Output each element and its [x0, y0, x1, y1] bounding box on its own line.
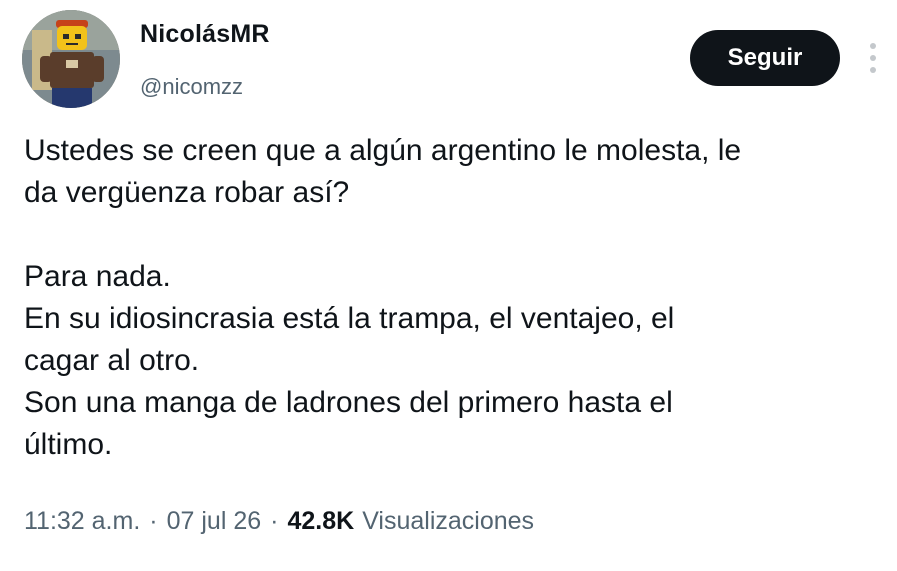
author-display-name[interactable]: NicolásMR: [140, 20, 270, 49]
tweet-time[interactable]: 11:32 a.m.: [24, 507, 140, 536]
tweet-meta: 11:32 a.m. · 07 jul 26 · 42.8K Visualiza…: [24, 507, 534, 536]
tweet-text: Ustedes se creen que a algún argentino l…: [24, 130, 884, 466]
tweet-date[interactable]: 07 jul 26: [167, 507, 262, 536]
meta-separator: ·: [270, 507, 279, 535]
more-dot: [870, 43, 876, 49]
views-count: 42.8K: [287, 507, 355, 535]
avatar-image: [22, 10, 120, 108]
tweet-paragraph: Ustedes se creen que a algún argentino l…: [24, 134, 742, 209]
views-label: Visualizaciones: [362, 507, 535, 535]
meta-separator: ·: [149, 507, 158, 535]
more-vertical-icon[interactable]: [862, 38, 884, 78]
author-handle[interactable]: @nicomzz: [140, 74, 243, 100]
avatar[interactable]: [22, 10, 120, 108]
more-dot: [870, 55, 876, 61]
more-dot: [870, 67, 876, 73]
tweet-card: NicolásMR @nicomzz Seguir Ustedes se cre…: [0, 0, 897, 571]
follow-button[interactable]: Seguir: [690, 30, 840, 86]
tweet-paragraph: Para nada. En su idiosincrasia está la t…: [24, 260, 675, 461]
